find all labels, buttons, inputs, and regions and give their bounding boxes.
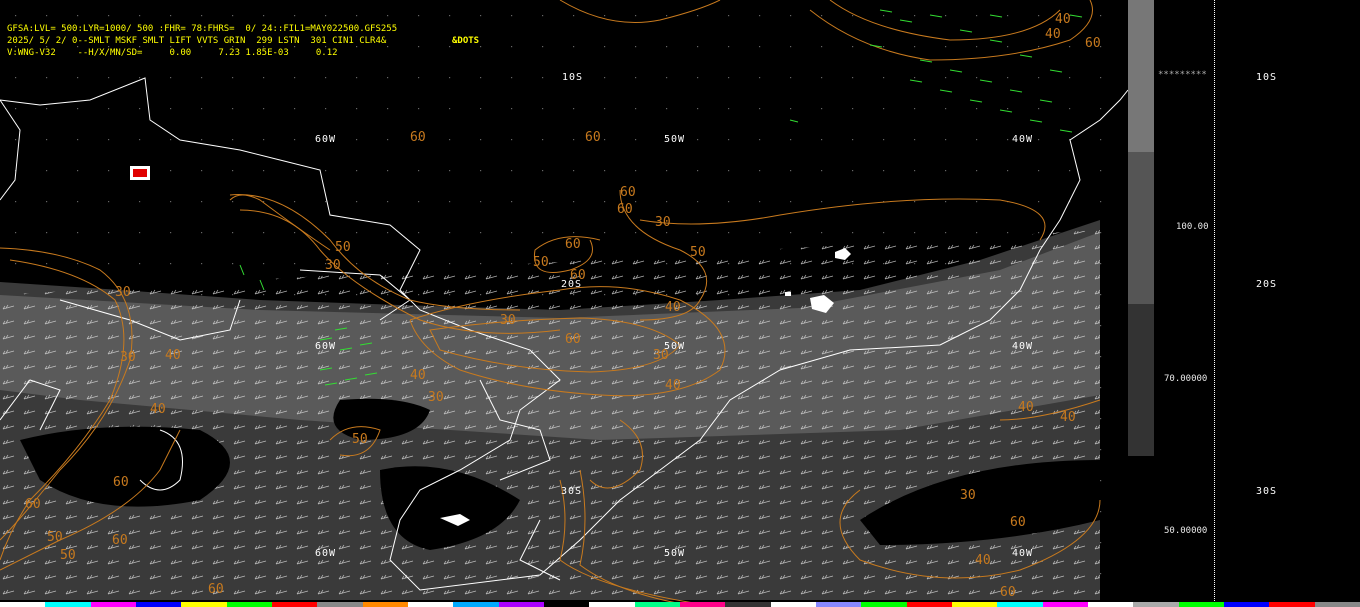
- right-lat-label-30s: 30S: [1256, 486, 1278, 497]
- color-strip-swatch: [1133, 602, 1179, 607]
- color-strip-swatch: [90, 602, 136, 607]
- contour-label: 60: [1000, 585, 1016, 600]
- contour-label: 40: [165, 348, 181, 363]
- color-strip-swatch: [770, 602, 816, 607]
- right-lat-label-10s: 10S: [1256, 72, 1278, 83]
- contour-label: 50: [533, 255, 549, 270]
- contour-label: 50: [335, 240, 351, 255]
- right-lat-label-20s: 20S: [1256, 279, 1278, 290]
- color-strip-swatch: [543, 602, 590, 607]
- contour-label: 40: [665, 300, 681, 315]
- color-strip-swatch: [453, 602, 499, 607]
- contour-label: 30: [115, 285, 131, 300]
- contour-label: 60: [1085, 36, 1101, 51]
- contour-label: 60: [112, 533, 128, 548]
- lon-label-60w-mid: 60W: [315, 341, 337, 352]
- color-scale-bar: [1128, 0, 1154, 607]
- contour-label: 60: [620, 185, 636, 200]
- lon-label-40w-mid: 40W: [1012, 341, 1034, 352]
- contour-label: 30: [325, 258, 341, 273]
- color-strip-swatch: [407, 602, 454, 607]
- color-strip-swatch: [0, 602, 46, 607]
- header-line-2: 2025/ 5/ 2/ 0--SMLT MSKF SMLT LIFT VVTS …: [7, 36, 387, 46]
- contour-label: 60: [1010, 515, 1026, 530]
- header-line-1: GFSA:LVL= 500:LYR=1000/ 500 :FHR= 78:FHR…: [7, 24, 398, 34]
- divider-dotted: [1214, 0, 1215, 607]
- location-marker: [130, 166, 150, 180]
- color-strip-swatch: [317, 602, 363, 607]
- color-strip-swatch: [906, 602, 952, 607]
- lat-label-10s: 10S: [562, 72, 584, 83]
- contour-label: 30: [120, 350, 136, 365]
- scale-value-50: 50.00000: [1164, 526, 1208, 536]
- color-strip-swatch: [1269, 602, 1315, 607]
- lon-label-50w-bot: 50W: [664, 548, 686, 559]
- contour-label: 50: [690, 245, 706, 260]
- color-strip-swatch: [725, 602, 771, 607]
- contour-label: 50: [60, 548, 76, 563]
- color-strip-swatch: [498, 602, 544, 607]
- color-strip-swatch: [1178, 602, 1224, 607]
- color-strip-swatch: [45, 602, 91, 607]
- contour-label: 30: [428, 390, 444, 405]
- color-strip-swatch: [951, 602, 998, 607]
- contour-label: 30: [500, 313, 516, 328]
- color-strip-swatch: [135, 602, 182, 607]
- contour-label: 40: [975, 553, 991, 568]
- contour-label: 60: [410, 130, 426, 145]
- color-strip-swatch: [1042, 602, 1088, 607]
- contour-label: 60: [565, 332, 581, 347]
- contour-label: 60: [585, 130, 601, 145]
- header-line-2-extra: &DOTS: [452, 36, 480, 46]
- contour-label: 50: [47, 530, 63, 545]
- lon-label-40w-top: 40W: [1012, 134, 1034, 145]
- contour-label: 60: [208, 582, 224, 597]
- scale-value-70: 70.00000: [1164, 374, 1208, 384]
- color-strip-swatch: [861, 602, 907, 607]
- color-strip-swatch: [997, 602, 1043, 607]
- color-strip-swatch: [271, 602, 318, 607]
- contour-label: 60: [113, 475, 129, 490]
- scale-asterisks: *********: [1158, 70, 1207, 80]
- contour-label: 60: [565, 237, 581, 252]
- contour-label: 30: [653, 348, 669, 363]
- contour-label: 40: [1018, 400, 1034, 415]
- color-strip: [0, 602, 1360, 607]
- lon-label-40w-bot: 40W: [1012, 548, 1034, 559]
- contour-label: 30: [655, 215, 671, 230]
- color-strip-swatch: [815, 602, 862, 607]
- contour-label: 40: [150, 402, 166, 417]
- contour-label: 40: [410, 368, 426, 383]
- color-strip-swatch: [589, 602, 635, 607]
- color-strip-swatch: [1223, 602, 1270, 607]
- contour-label: 40: [1060, 410, 1076, 425]
- lon-label-60w-bot: 60W: [315, 548, 337, 559]
- color-strip-swatch: [181, 602, 227, 607]
- contour-label: 40: [1045, 27, 1061, 42]
- color-strip-swatch: [362, 602, 408, 607]
- color-strip-swatch: [226, 602, 272, 607]
- contour-label: 50: [352, 432, 368, 447]
- lat-label-30s: 30S: [561, 486, 583, 497]
- scale-value-100: 100.00: [1176, 222, 1209, 232]
- color-strip-swatch: [679, 602, 726, 607]
- color-strip-swatch: [1087, 602, 1134, 607]
- contour-label: 40: [1055, 12, 1071, 27]
- contour-label: 30: [960, 488, 976, 503]
- contour-label: 60: [570, 268, 586, 283]
- header-line-3: V:WNG-V32 --H/X/MN/SD= 0.00 7.23 1.85E-0…: [7, 48, 338, 58]
- contour-label: 60: [25, 497, 41, 512]
- color-strip-swatch: [634, 602, 680, 607]
- lon-label-50w-top: 50W: [664, 134, 686, 145]
- color-strip-swatch: [1314, 602, 1360, 607]
- lon-label-60w-top: 60W: [315, 134, 337, 145]
- weather-map: [0, 0, 1128, 607]
- contour-label: 60: [617, 202, 633, 217]
- contour-label: 40: [665, 378, 681, 393]
